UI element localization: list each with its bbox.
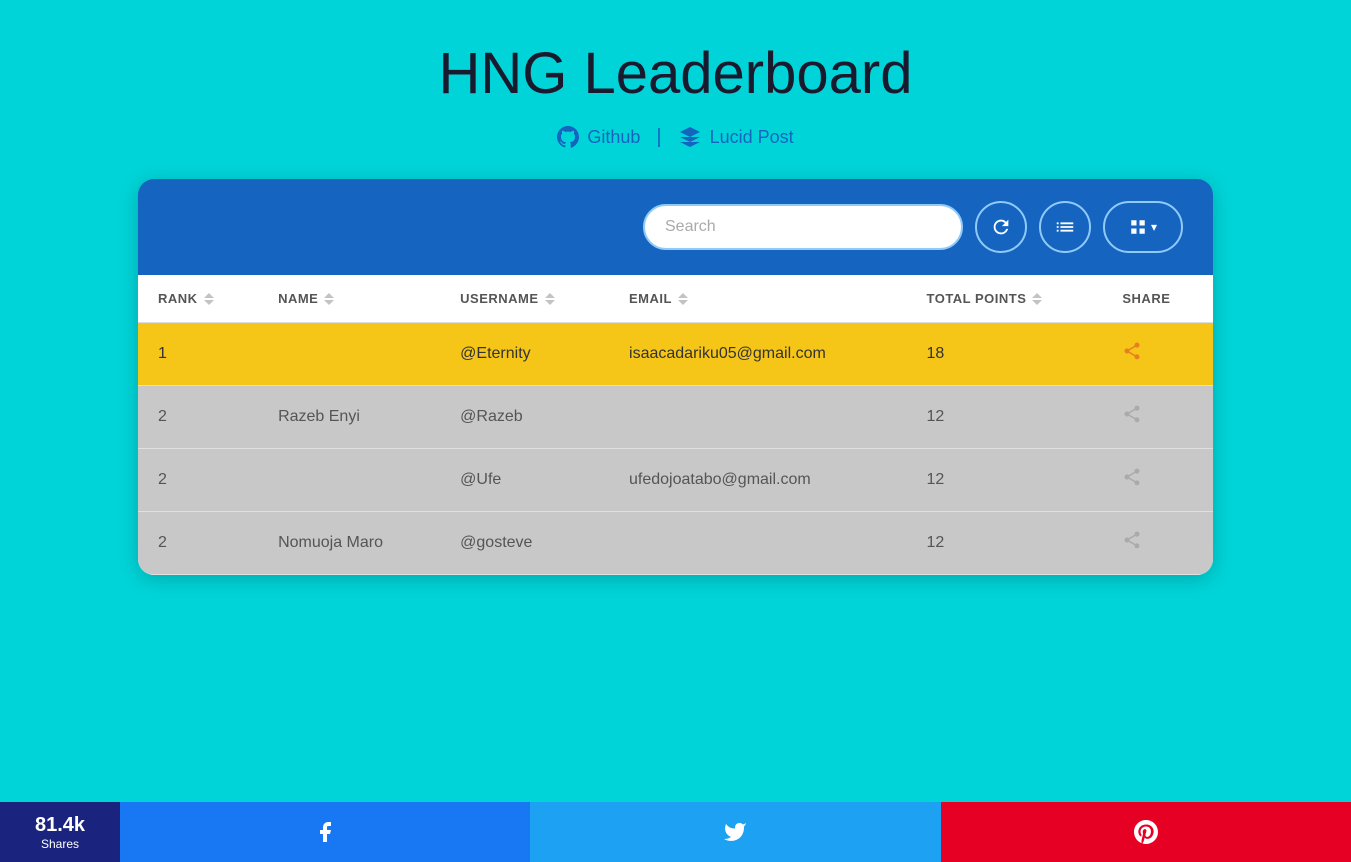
share-button[interactable] xyxy=(1122,341,1142,367)
page-header: HNG Leaderboard Github | Lucid Post xyxy=(0,0,1351,179)
points-sort-icon[interactable] xyxy=(1032,293,1042,305)
list-view-button[interactable] xyxy=(1039,201,1091,253)
col-rank: RANK xyxy=(138,275,258,323)
col-name: NAME xyxy=(258,275,440,323)
cell-share xyxy=(1102,323,1213,386)
refresh-button[interactable] xyxy=(975,201,1027,253)
leaderboard-table: RANK NAME USERNAME xyxy=(138,275,1213,575)
facebook-share-button[interactable] xyxy=(120,802,530,862)
table-row: 2 @Ufeufedojoatabo@gmail.com12 xyxy=(138,449,1213,512)
cell-total-points: 18 xyxy=(907,323,1103,386)
table-row: 2Nomuoja Maro@gosteve 12 xyxy=(138,512,1213,575)
cell-email xyxy=(609,386,906,449)
toolbar: ▾ xyxy=(138,179,1213,275)
grid-view-button[interactable]: ▾ xyxy=(1103,201,1183,253)
cell-email: isaacadariku05@gmail.com xyxy=(609,323,906,386)
col-email: EMAIL xyxy=(609,275,906,323)
github-link[interactable]: Github xyxy=(557,126,640,148)
col-share: SHARE xyxy=(1102,275,1213,323)
cell-email xyxy=(609,512,906,575)
layers-icon xyxy=(678,125,702,149)
cell-rank: 2 xyxy=(138,512,258,575)
cell-email: ufedojoatabo@gmail.com xyxy=(609,449,906,512)
lucidpost-label: Lucid Post xyxy=(710,127,794,148)
cell-rank: 1 xyxy=(138,323,258,386)
search-input[interactable] xyxy=(643,204,963,250)
col-total-points: TOTAL POINTS xyxy=(907,275,1103,323)
leaderboard-card: ▾ RANK NAME xyxy=(138,179,1213,575)
cell-name xyxy=(258,449,440,512)
social-bar: 81.4k Shares xyxy=(0,802,1351,862)
share-button[interactable] xyxy=(1122,467,1142,493)
cell-share xyxy=(1102,386,1213,449)
email-sort-icon[interactable] xyxy=(678,293,688,305)
shares-label: Shares xyxy=(41,837,79,851)
cell-total-points: 12 xyxy=(907,386,1103,449)
table-row: 1 @Eternityisaacadariku05@gmail.com18 xyxy=(138,323,1213,386)
cell-name: Razeb Enyi xyxy=(258,386,440,449)
refresh-icon xyxy=(990,216,1012,238)
dropdown-arrow: ▾ xyxy=(1151,220,1157,234)
rank-sort-icon[interactable] xyxy=(204,293,214,305)
social-count: 81.4k Shares xyxy=(0,802,120,862)
cell-username: @gosteve xyxy=(440,512,609,575)
github-icon xyxy=(557,126,579,148)
cell-total-points: 12 xyxy=(907,512,1103,575)
table-header-row: RANK NAME USERNAME xyxy=(138,275,1213,323)
cell-rank: 2 xyxy=(138,449,258,512)
table-body: 1@Eternityisaacadariku05@gmail.com182Raz… xyxy=(138,323,1213,575)
grid-icon xyxy=(1129,218,1147,236)
name-sort-icon[interactable] xyxy=(324,293,334,305)
github-label: Github xyxy=(587,127,640,148)
page-title: HNG Leaderboard xyxy=(0,40,1351,107)
twitter-share-button[interactable] xyxy=(530,802,940,862)
cell-name xyxy=(258,323,440,386)
list-icon xyxy=(1054,216,1076,238)
cell-name: Nomuoja Maro xyxy=(258,512,440,575)
cell-share xyxy=(1102,512,1213,575)
lucidpost-link[interactable]: Lucid Post xyxy=(678,125,794,149)
share-count: 81.4k xyxy=(35,814,85,837)
cell-share xyxy=(1102,449,1213,512)
cell-total-points: 12 xyxy=(907,449,1103,512)
header-links: Github | Lucid Post xyxy=(0,125,1351,149)
cell-username: @Eternity xyxy=(440,323,609,386)
facebook-icon xyxy=(313,820,337,844)
username-sort-icon[interactable] xyxy=(545,293,555,305)
search-input-wrapper xyxy=(643,204,963,250)
twitter-icon xyxy=(723,820,747,844)
cell-username: @Ufe xyxy=(440,449,609,512)
col-username: USERNAME xyxy=(440,275,609,323)
cell-username: @Razeb xyxy=(440,386,609,449)
table-row: 2Razeb Enyi@Razeb 12 xyxy=(138,386,1213,449)
cell-rank: 2 xyxy=(138,386,258,449)
pinterest-icon xyxy=(1134,820,1158,844)
share-button[interactable] xyxy=(1122,404,1142,430)
table-header: RANK NAME USERNAME xyxy=(138,275,1213,323)
pinterest-share-button[interactable] xyxy=(941,802,1351,862)
share-button[interactable] xyxy=(1122,530,1142,556)
link-divider: | xyxy=(656,126,661,149)
